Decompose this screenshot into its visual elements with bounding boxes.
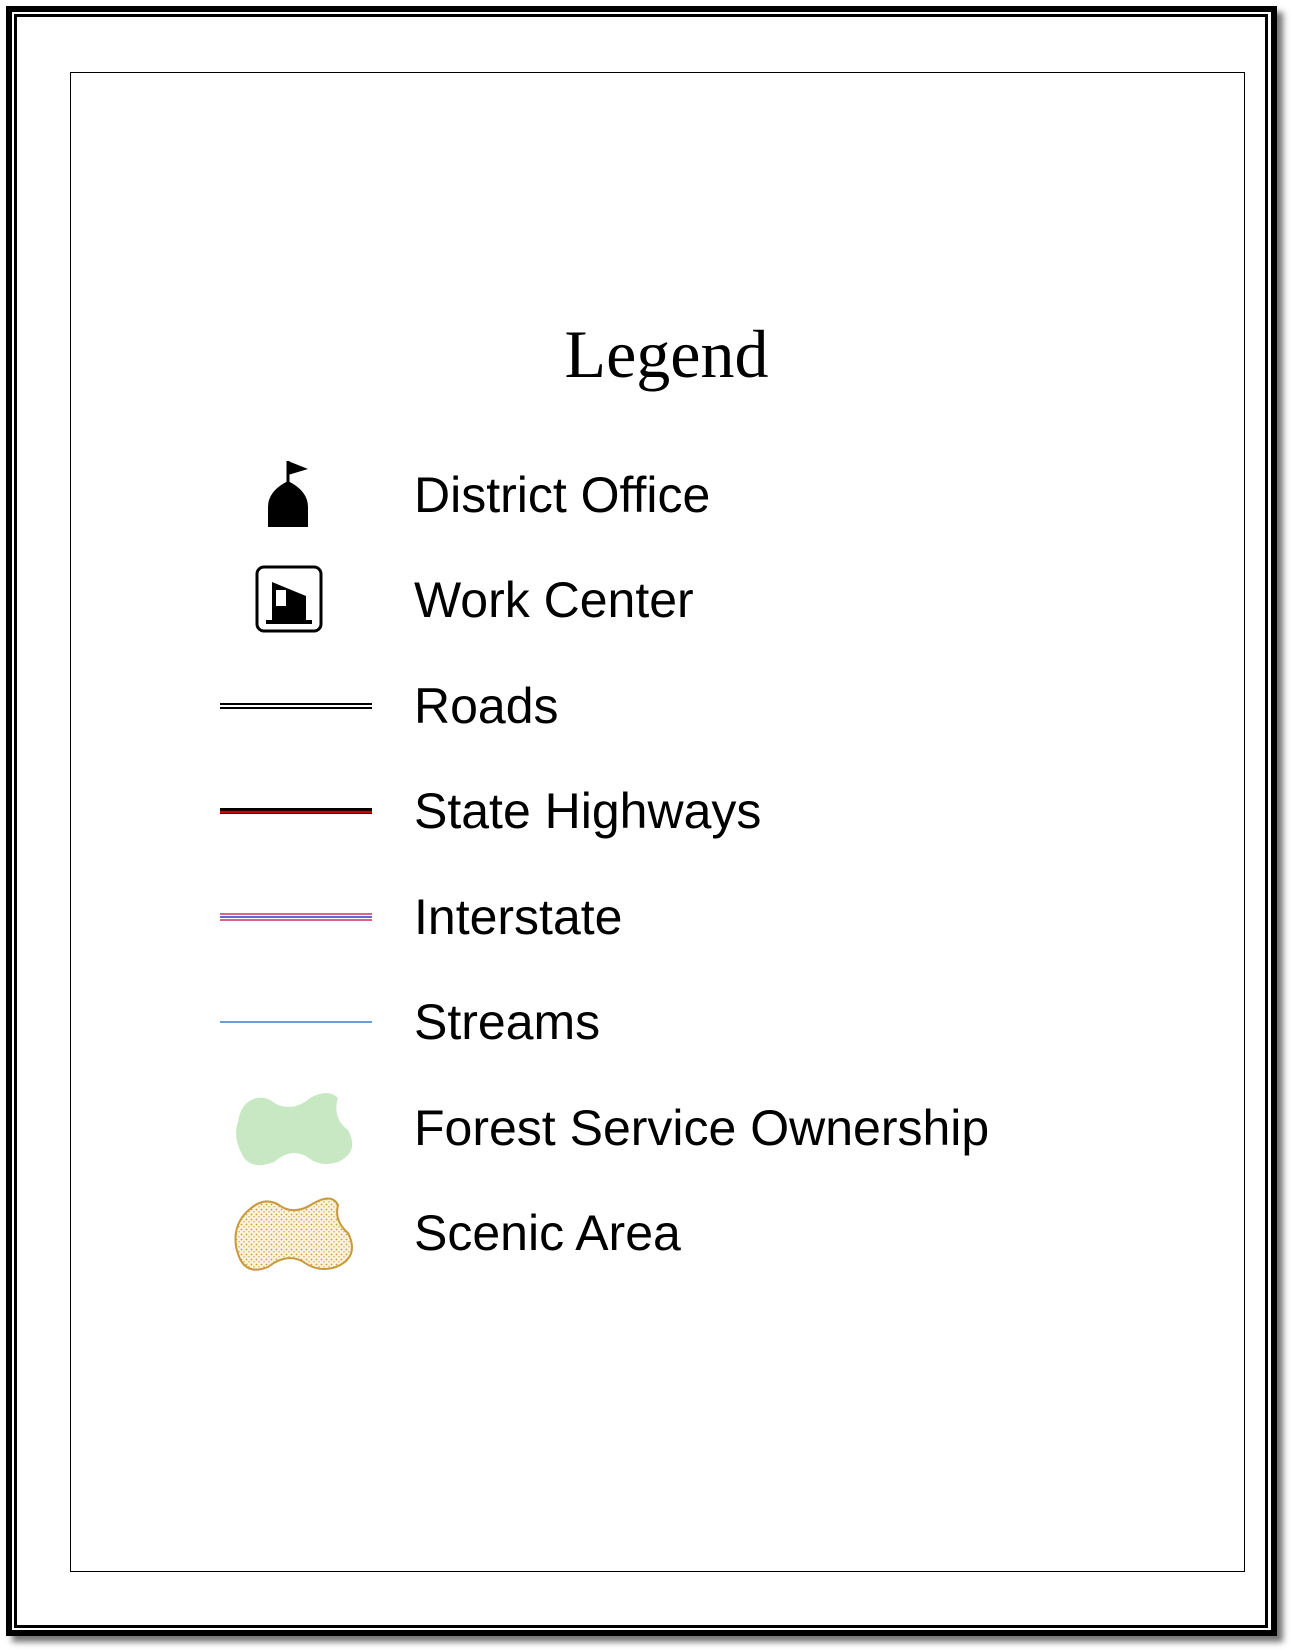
- legend-item-district-office: District Office: [0, 455, 1291, 535]
- stream-line-symbol: [210, 982, 380, 1062]
- legend-item-interstate: Interstate: [0, 877, 1291, 957]
- legend-label-district-office: District Office: [414, 467, 711, 523]
- district-office-icon: [210, 455, 380, 535]
- state-highway-line-symbol: [210, 771, 380, 851]
- scenic-area-symbol: [210, 1193, 380, 1273]
- legend-label-scenic-area: Scenic Area: [414, 1205, 681, 1261]
- legend-label-streams: Streams: [414, 994, 601, 1050]
- legend-title: Legend: [564, 316, 769, 392]
- legend-item-work-center: Work Center: [0, 560, 1291, 640]
- legend-item-streams: Streams: [0, 982, 1291, 1062]
- interstate-line-symbol: [210, 877, 380, 957]
- legend-label-roads: Roads: [414, 678, 559, 734]
- work-center-icon: [210, 560, 380, 640]
- legend-label-interstate: Interstate: [414, 889, 623, 945]
- legend-item-scenic-area: Scenic Area: [0, 1193, 1291, 1273]
- legend-label-forest-service-ownership: Forest Service Ownership: [414, 1100, 990, 1156]
- road-line-symbol: [210, 666, 380, 746]
- legend-item-forest-service-ownership: Forest Service Ownership: [0, 1088, 1291, 1168]
- legend-label-work-center: Work Center: [414, 572, 694, 628]
- legend-item-roads: Roads: [0, 666, 1291, 746]
- forest-service-area-symbol: [210, 1088, 380, 1168]
- legend-label-state-highways: State Highways: [414, 783, 762, 839]
- legend-item-state-highways: State Highways: [0, 771, 1291, 851]
